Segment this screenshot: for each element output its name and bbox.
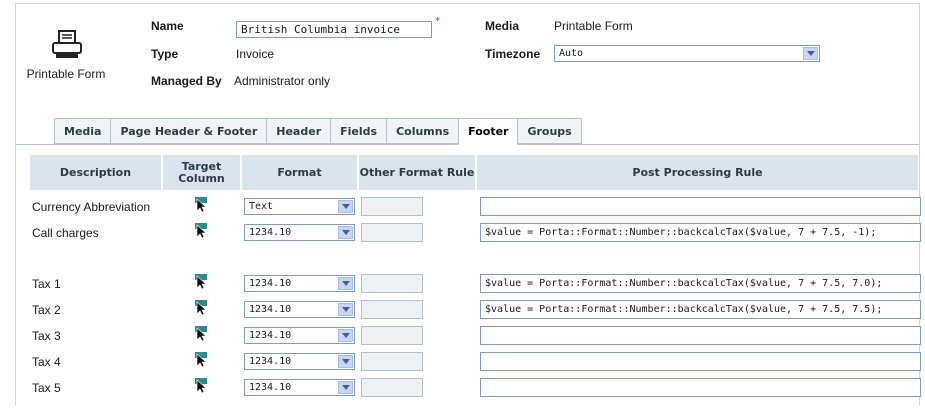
target-cursor-icon[interactable] (193, 325, 209, 342)
icon-label: Printable Form (26, 67, 106, 81)
format-value: 1234.10 (249, 382, 292, 393)
timezone-value: Auto (559, 48, 584, 59)
chevron-down-icon[interactable] (338, 226, 353, 239)
format-select[interactable]: 1234.10 (244, 301, 355, 318)
chevron-down-icon[interactable] (338, 329, 353, 342)
format-select[interactable]: 1234.10 (244, 275, 355, 292)
type-label: Type (151, 47, 179, 61)
target-cursor-icon[interactable] (193, 377, 209, 394)
col-header-other-format-rule: Other Format Rule (359, 155, 475, 190)
target-cursor-icon[interactable] (193, 351, 209, 368)
tab-media[interactable]: Media (54, 118, 111, 144)
row-description: Call charges (32, 226, 99, 240)
form-panel: Printable Form Name British Columbia inv… (15, 3, 921, 406)
other-format-rule-input[interactable] (361, 274, 423, 293)
format-select[interactable]: 1234.10 (244, 353, 355, 370)
col-header-description: Description (30, 155, 161, 190)
other-format-rule-input[interactable] (361, 352, 423, 371)
tab-bar: Media Page Header & Footer Header Fields… (54, 118, 582, 145)
other-format-rule-input[interactable] (361, 378, 423, 397)
managed-by-label: Managed By (151, 74, 222, 88)
target-cursor-icon[interactable] (193, 222, 209, 239)
row-description: Tax 4 (32, 355, 61, 369)
media-label: Media (485, 19, 520, 33)
post-processing-rule-input[interactable]: $value = Porta::Format::Number::backcalc… (480, 300, 921, 319)
format-value: 1234.10 (249, 330, 292, 341)
col-header-target-column: Target Column (163, 155, 240, 190)
row-description: Tax 2 (32, 303, 61, 317)
format-select[interactable]: 1234.10 (244, 379, 355, 396)
format-select[interactable]: Text (244, 198, 355, 215)
target-cursor-icon[interactable] (193, 299, 209, 316)
format-value: 1234.10 (249, 227, 292, 238)
format-select[interactable]: 1234.10 (244, 224, 355, 241)
chevron-down-icon[interactable] (338, 381, 353, 394)
tab-groups[interactable]: Groups (517, 118, 582, 144)
chevron-down-icon[interactable] (338, 355, 353, 368)
format-value: 1234.10 (249, 356, 292, 367)
post-processing-rule-input[interactable] (480, 352, 921, 371)
post-processing-rule-input[interactable] (480, 378, 921, 397)
media-value: Printable Form (554, 19, 633, 33)
type-value: Invoice (236, 47, 275, 61)
timezone-select[interactable]: Auto (554, 45, 820, 62)
format-select[interactable]: 1234.10 (244, 327, 355, 344)
chevron-down-icon[interactable] (338, 303, 353, 316)
tab-page-header-footer[interactable]: Page Header & Footer (110, 118, 267, 144)
required-mark: * (435, 16, 440, 27)
chevron-down-icon[interactable] (338, 277, 353, 290)
post-processing-rule-input[interactable]: $value = Porta::Format::Number::backcalc… (480, 274, 921, 293)
row-description: Tax 1 (32, 277, 61, 291)
other-format-rule-input[interactable] (361, 326, 423, 345)
target-cursor-icon[interactable] (193, 196, 209, 213)
format-value: Text (249, 201, 274, 212)
post-processing-rule-input[interactable] (480, 326, 921, 345)
col-header-post-processing-rule: Post Processing Rule (477, 155, 918, 190)
name-input[interactable]: British Columbia invoice (236, 21, 432, 38)
format-value: 1234.10 (249, 304, 292, 315)
name-label: Name (151, 19, 184, 33)
tab-columns[interactable]: Columns (386, 118, 459, 144)
col-header-format: Format (242, 155, 357, 190)
other-format-rule-input[interactable] (361, 300, 423, 319)
target-cursor-icon[interactable] (193, 273, 209, 290)
tab-header[interactable]: Header (266, 118, 331, 144)
managed-by-value: Administrator only (234, 74, 331, 88)
format-value: 1234.10 (249, 278, 292, 289)
row-description: Tax 5 (32, 381, 61, 395)
post-processing-rule-input[interactable]: $value = Porta::Format::Number::backcalc… (480, 223, 921, 242)
printer-icon (52, 30, 82, 58)
chevron-down-icon[interactable] (803, 47, 818, 60)
chevron-down-icon[interactable] (338, 200, 353, 213)
row-description: Currency Abbreviation (32, 200, 151, 214)
other-format-rule-input[interactable] (361, 223, 423, 242)
timezone-label: Timezone (485, 47, 541, 61)
tab-fields[interactable]: Fields (330, 118, 387, 144)
post-processing-rule-input[interactable] (480, 197, 921, 216)
other-format-rule-input[interactable] (361, 197, 423, 216)
row-description: Tax 3 (32, 329, 61, 343)
tab-footer[interactable]: Footer (458, 118, 518, 145)
